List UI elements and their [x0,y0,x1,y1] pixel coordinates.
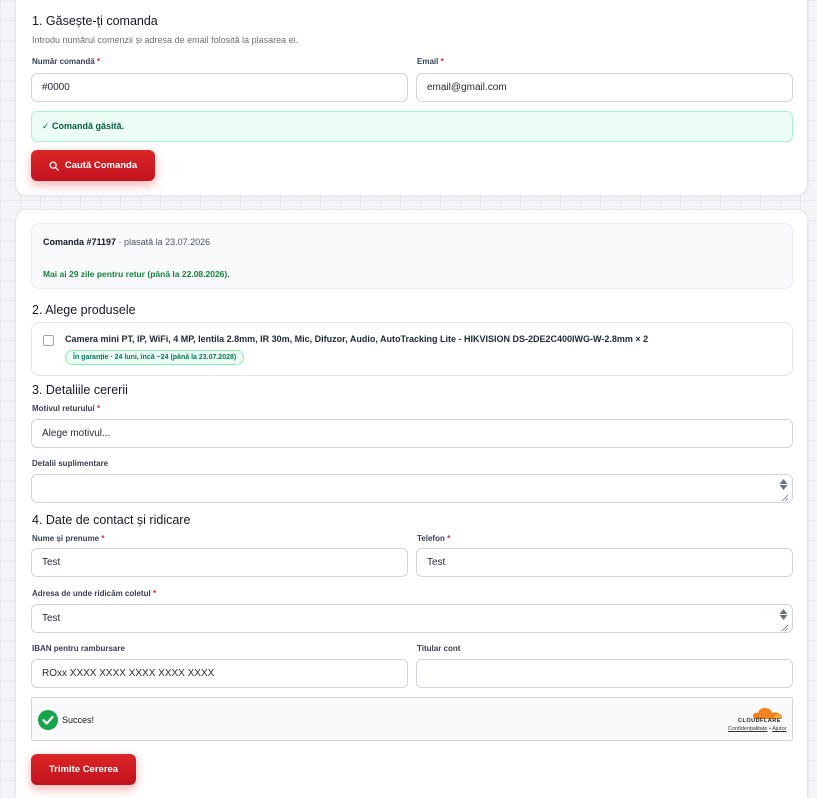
request-title: 3. Detaliile cererii [32,383,128,397]
captcha-links: Confidențialitate • Ajutor [728,726,787,732]
return-window-notice: Mai ai 29 zile pentru retur (până la 22.… [43,269,230,279]
address-label: Adresa de unde ridicăm coletul * [32,589,157,598]
product-item[interactable]: Camera mini PT, IP, WiFi, 4 MP, lentila … [31,322,793,376]
check-circle-icon [38,710,58,730]
products-title: 2. Alege produsele [32,303,136,317]
address-value: Test [42,613,61,624]
name-input[interactable]: Test [31,548,408,577]
warranty-badge: În garanție · 24 luni, încă ~24 (până la… [65,350,245,365]
iban-placeholder: ROxx XXXX XXXX XXXX XXXX XXXX [42,668,215,679]
account-holder-input[interactable] [416,659,793,688]
reason-selected-value: Alege motivul... [42,428,111,439]
account-holder-label: Titular cont [417,644,461,653]
search-order-button[interactable]: Caută Comanda [31,150,155,181]
find-order-hint: Introdu numărul comenzii și adresa de em… [32,35,299,45]
find-order-card: 1. Găsește-ți comanda Introdu numărul co… [15,0,808,196]
captcha-status: Succes! [62,715,95,725]
find-order-title: 1. Găsește-ți comanda [32,14,158,28]
iban-label: IBAN pentru rambursare [32,644,125,653]
submit-request-label: Trimite Cererea [48,764,119,775]
return-form-card: Comanda #71197 · plasată la 23.07.2026 M… [15,209,808,798]
details-label: Detalii suplimentare [32,459,109,468]
product-checkbox[interactable] [43,335,54,346]
search-icon [49,161,59,171]
order-number-label: Număr comandă * [32,57,101,66]
address-textarea[interactable]: Test [31,604,793,633]
cloudflare-logo: CLOUDFLARE [738,718,781,724]
phone-label: Telefon * [417,534,451,543]
order-number-value: #0000 [42,82,70,93]
order-summary-line: Comanda #71197 · plasată la 23.07.2026 [43,237,210,247]
order-number: Comanda #71197 [43,237,117,247]
reason-select[interactable]: Alege motivul... [31,419,793,448]
order-summary: Comanda #71197 · plasată la 23.07.2026 M… [31,223,793,289]
email-label: Email * [417,57,444,66]
search-order-label: Caută Comanda [64,160,138,171]
name-value: Test [42,557,61,568]
phone-input[interactable]: Test [416,548,793,577]
contact-title: 4. Date de contact și ridicare [32,513,191,527]
order-number-input[interactable]: #0000 [31,73,408,102]
iban-input[interactable]: ROxx XXXX XXXX XXXX XXXX XXXX [31,659,408,688]
phone-value: Test [427,557,446,568]
order-placed-date: · plasată la 23.07.2026 [118,237,211,247]
email-input[interactable]: email@gmail.com [416,73,793,102]
product-name: Camera mini PT, IP, WiFi, 4 MP, lentila … [65,334,649,344]
order-found-message: ✓ Comandă găsită. [31,111,793,142]
name-label: Nume și prenume * [32,534,105,543]
reason-label: Motivul returului * [32,404,101,413]
details-textarea[interactable] [31,474,793,503]
textarea-resize-icon[interactable] [778,477,789,502]
captcha-widget: Succes! CLOUDFLARE Confidențialitate • A… [31,697,793,741]
help-link[interactable]: Ajutor [772,726,786,732]
textarea-resize-icon[interactable] [778,607,789,632]
privacy-link[interactable]: Confidențialitate [728,726,767,732]
submit-request-button[interactable]: Trimite Cererea [31,754,136,785]
email-value: email@gmail.com [427,82,507,93]
